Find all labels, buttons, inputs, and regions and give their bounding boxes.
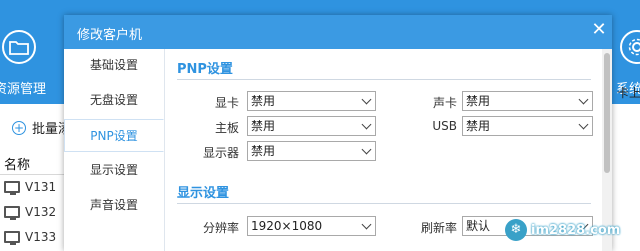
graphics-card-label: 显卡 xyxy=(214,96,239,110)
bulk-add-button[interactable]: + 批量添 xyxy=(12,118,71,137)
motherboard-value: 禁用 xyxy=(251,119,276,133)
graphics-card-select[interactable]: 禁用 xyxy=(247,91,376,111)
chevron-down-icon xyxy=(578,94,589,105)
edit-client-dialog: 修改客户机 ✕ 基础设置 无盘设置 PNP设置 显示设置 声音设置 PNP设置 … xyxy=(64,15,612,251)
chevron-down-icon xyxy=(361,219,372,230)
usb-value: 禁用 xyxy=(466,119,491,133)
chevron-down-icon xyxy=(361,144,372,155)
pnp-section-title: PNP设置 xyxy=(177,62,233,77)
refresh-rate-value: 默认 xyxy=(466,219,491,233)
monitor-label: 显示器 xyxy=(202,146,239,160)
usb-select[interactable]: 禁用 xyxy=(462,116,593,136)
monitor-value: 禁用 xyxy=(251,144,276,158)
chevron-down-icon xyxy=(361,119,372,130)
truncated-cell-text: 卡上 xyxy=(617,86,640,100)
sound-card-value: 禁用 xyxy=(466,94,491,108)
column-header-name[interactable]: 名称 xyxy=(4,154,30,173)
header-divider xyxy=(0,174,64,175)
resolution-value: 1920×1080 xyxy=(251,219,323,233)
dialog-titlebar[interactable]: 修改客户机 ✕ xyxy=(64,15,612,49)
resource-management-tile[interactable]: 资源管理 xyxy=(0,0,64,104)
watermark: ❄ im2828.com xyxy=(505,219,620,241)
monitor-icon xyxy=(4,231,20,245)
graphics-card-value: 禁用 xyxy=(251,94,276,108)
nav-item-diskless[interactable]: 无盘设置 xyxy=(64,84,164,117)
nav-item-basic[interactable]: 基础设置 xyxy=(64,49,164,82)
watermark-text: im2828.com xyxy=(531,222,621,238)
close-icon[interactable]: ✕ xyxy=(590,21,608,39)
motherboard-select[interactable]: 禁用 xyxy=(247,116,376,136)
dialog-title: 修改客户机 xyxy=(77,28,143,43)
chevron-down-icon xyxy=(578,119,589,130)
display-section-title: 显示设置 xyxy=(177,186,230,201)
section-divider xyxy=(177,203,591,204)
screen: 资源管理 系统 + 批量添 名称 V131 V132 V133 卡上 修改客户机… xyxy=(0,0,640,251)
client-row[interactable]: V133 xyxy=(4,230,57,245)
nav-item-sound[interactable]: 声音设置 xyxy=(64,189,164,222)
monitor-icon xyxy=(4,206,20,220)
refresh-rate-label: 刷新率 xyxy=(420,221,457,235)
plus-icon: + xyxy=(12,120,26,135)
client-name: V132 xyxy=(25,205,57,219)
monitor-icon xyxy=(4,181,20,195)
sound-card-select[interactable]: 禁用 xyxy=(462,91,593,111)
nav-item-display[interactable]: 显示设置 xyxy=(64,154,164,187)
section-divider xyxy=(177,79,591,80)
monitor-select[interactable]: 禁用 xyxy=(247,141,376,161)
nav-item-pnp[interactable]: PNP设置 xyxy=(64,119,164,152)
resource-management-label: 资源管理 xyxy=(0,82,47,97)
client-name: V131 xyxy=(25,180,57,194)
resolution-label: 分辨率 xyxy=(202,221,239,235)
resolution-select[interactable]: 1920×1080 xyxy=(247,216,376,236)
folder-icon xyxy=(2,30,36,64)
snowflake-icon: ❄ xyxy=(505,219,527,241)
gear-icon xyxy=(620,30,640,64)
sound-card-label: 声卡 xyxy=(432,96,457,110)
chevron-down-icon xyxy=(361,94,372,105)
scrollbar-thumb[interactable] xyxy=(604,53,610,173)
client-name: V133 xyxy=(25,230,57,244)
motherboard-label: 主板 xyxy=(214,121,239,135)
usb-label: USB xyxy=(432,119,457,133)
settings-nav: 基础设置 无盘设置 PNP设置 显示设置 声音设置 xyxy=(64,49,164,251)
client-row[interactable]: V132 xyxy=(4,205,57,220)
client-row[interactable]: V131 xyxy=(4,180,57,195)
